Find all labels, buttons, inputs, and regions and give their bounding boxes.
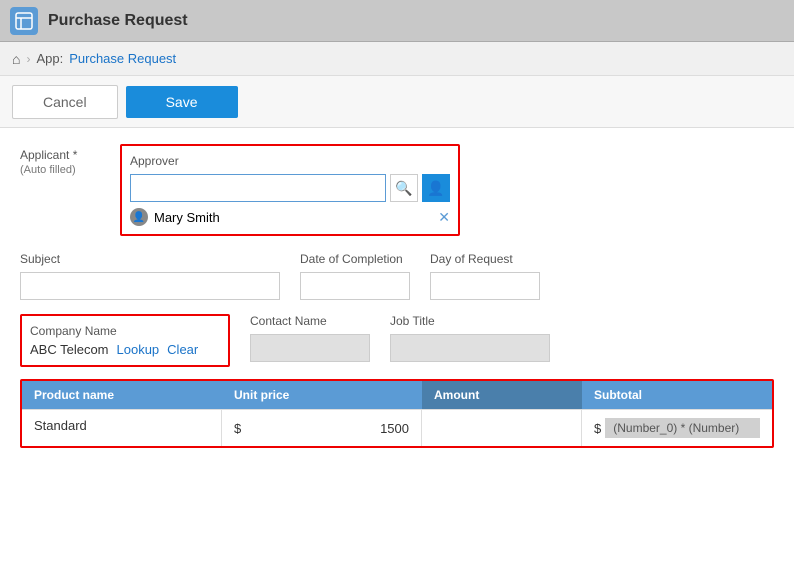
applicant-approver-row: Applicant * (Auto filled) Approver 🔍 👤 👤… [20, 144, 774, 236]
cell-amount [422, 410, 582, 446]
day-request-input[interactable]: 09/18/2020 [430, 272, 540, 300]
cell-product-name: Standard [22, 410, 222, 446]
toolbar: Cancel Save [0, 76, 794, 128]
cancel-button[interactable]: Cancel [12, 85, 118, 119]
job-title-input [390, 334, 550, 362]
lookup-link[interactable]: Lookup [117, 342, 160, 357]
company-value-row: ABC Telecom Lookup Clear [30, 342, 220, 357]
approver-chip: 👤 Mary Smith ✕ [130, 208, 450, 226]
search-icon: 🔍 [395, 180, 412, 197]
subtotal-formula: (Number_0) * (Number) [605, 418, 760, 438]
applicant-label-group: Applicant * (Auto filled) [20, 144, 100, 176]
job-title-group: Job Title [390, 314, 550, 362]
job-title-label: Job Title [390, 314, 550, 328]
col-header-product: Product name [22, 381, 222, 409]
company-name-value: ABC Telecom [30, 342, 109, 357]
applicant-sub-label: (Auto filled) [20, 164, 100, 176]
person-avatar: 👤 [130, 208, 148, 226]
main-content: Applicant * (Auto filled) Approver 🔍 👤 👤… [0, 128, 794, 587]
approver-person-button[interactable]: 👤 [422, 174, 450, 202]
subject-label: Subject [20, 252, 280, 266]
contact-name-input [250, 334, 370, 362]
approver-box: Approver 🔍 👤 👤 Mary Smith ✕ [120, 144, 460, 236]
save-button[interactable]: Save [126, 86, 238, 118]
table-row: Standard $ 1500 $ (Number_0) * (Number) [22, 409, 772, 446]
products-table: Product name Unit price Amount Subtotal … [20, 379, 774, 448]
dollar-sign: $ [234, 421, 241, 436]
price-value: 1500 [380, 421, 409, 436]
breadcrumb-prefix: App: [36, 51, 63, 66]
subtotal-dollar: $ [594, 421, 601, 436]
approver-label: Approver [130, 154, 450, 168]
applicant-label: Applicant * [20, 148, 100, 162]
home-icon[interactable]: ⌂ [12, 51, 20, 67]
contact-name-group: Contact Name [250, 314, 370, 362]
cell-subtotal: $ (Number_0) * (Number) [582, 410, 772, 446]
day-request-label: Day of Request [430, 252, 540, 266]
col-header-unit-price: Unit price [222, 381, 422, 409]
approver-input-row: 🔍 👤 [130, 174, 450, 202]
breadcrumb: ⌂ › App: Purchase Request [0, 42, 794, 76]
col-header-subtotal: Subtotal [582, 381, 772, 409]
breadcrumb-separator: › [26, 52, 30, 66]
date-completion-label: Date of Completion [300, 252, 410, 266]
day-request-group: Day of Request 09/18/2020 [430, 252, 540, 300]
approver-name: Mary Smith [154, 210, 220, 225]
company-contact-row: Company Name ABC Telecom Lookup Clear Co… [20, 314, 774, 367]
approver-clear-icon[interactable]: ✕ [438, 209, 450, 226]
company-label: Company Name [30, 324, 220, 338]
clear-link[interactable]: Clear [167, 342, 198, 357]
col-header-amount: Amount [422, 381, 582, 409]
person-icon: 👤 [427, 180, 444, 197]
company-name-box: Company Name ABC Telecom Lookup Clear [20, 314, 230, 367]
approver-search-button[interactable]: 🔍 [390, 174, 418, 202]
cell-unit-price: $ 1500 [222, 410, 422, 446]
table-header: Product name Unit price Amount Subtotal [22, 381, 772, 409]
subject-group: Subject [20, 252, 280, 300]
breadcrumb-link[interactable]: Purchase Request [69, 51, 176, 66]
subject-dates-row: Subject Date of Completion 09/18/2020 Da… [20, 252, 774, 300]
title-bar: Purchase Request [0, 0, 794, 42]
approver-search-input[interactable] [130, 174, 386, 202]
subject-input[interactable] [20, 272, 280, 300]
contact-name-label: Contact Name [250, 314, 370, 328]
date-completion-input[interactable]: 09/18/2020 [300, 272, 410, 300]
app-icon [10, 7, 38, 35]
page-title: Purchase Request [48, 12, 188, 30]
date-completion-group: Date of Completion 09/18/2020 [300, 252, 410, 300]
